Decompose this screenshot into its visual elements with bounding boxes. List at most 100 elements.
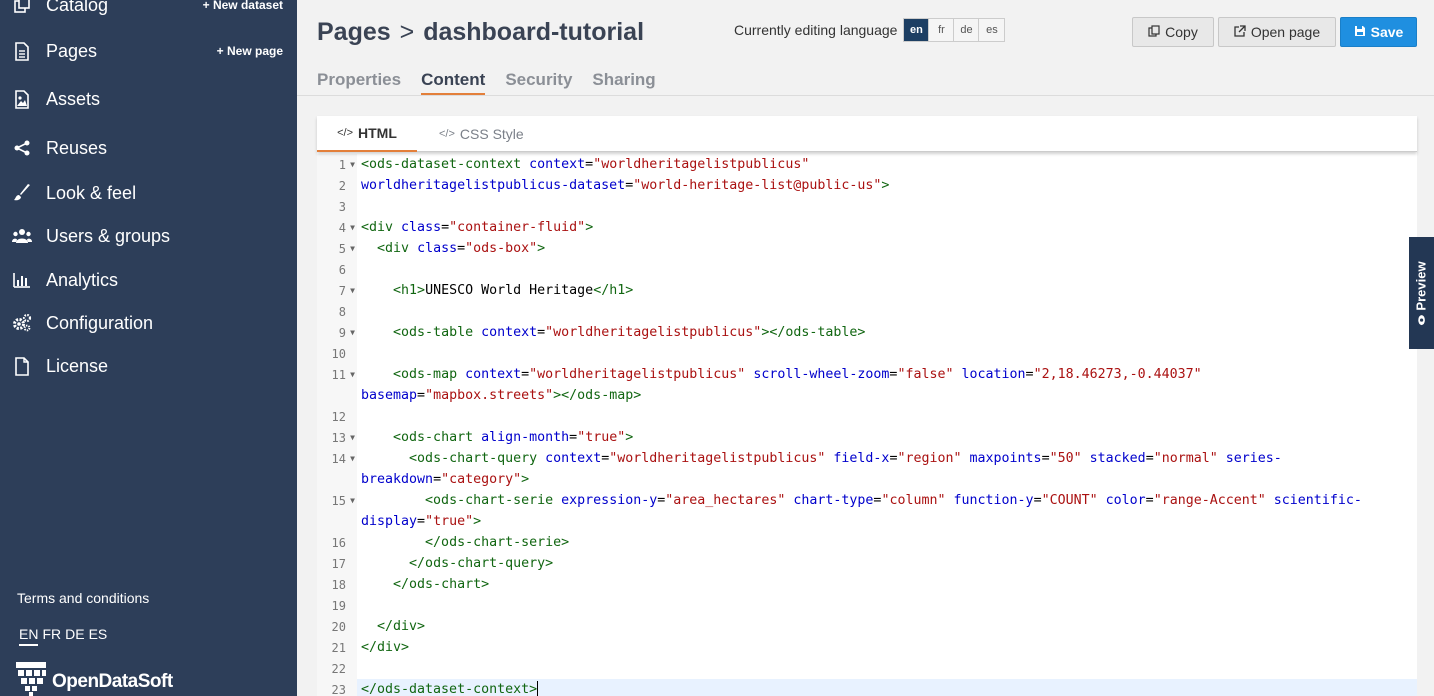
- sidebar-item-analytics[interactable]: Analytics: [0, 260, 297, 300]
- code-line: <div class="container-fluid">: [361, 220, 594, 235]
- terms-link[interactable]: Terms and conditions: [17, 590, 149, 606]
- editor-tabs: </> HTML </> CSS Style: [317, 116, 1417, 152]
- tab-html[interactable]: </> HTML: [317, 116, 417, 152]
- gears-icon: [12, 313, 32, 333]
- copy-button[interactable]: Copy: [1132, 17, 1214, 47]
- new-page-link[interactable]: + New page: [217, 44, 283, 58]
- line-number: 12: [331, 409, 346, 424]
- sidebar-item-license[interactable]: License: [0, 346, 297, 386]
- lang-es[interactable]: ES: [89, 626, 108, 646]
- tab-properties[interactable]: Properties: [317, 70, 401, 95]
- lang-pill-fr[interactable]: fr: [929, 19, 955, 41]
- line-number: 13 ▼: [331, 430, 355, 445]
- sidebar-item-label: Configuration: [46, 312, 154, 333]
- code-line: </div>: [377, 619, 426, 634]
- eye-icon: [1414, 314, 1429, 325]
- sidebar-item-reuses[interactable]: Reuses: [0, 128, 297, 168]
- line-number: 4 ▼: [338, 220, 355, 235]
- tab-content[interactable]: Content: [421, 70, 486, 95]
- save-button[interactable]: Save: [1340, 17, 1417, 47]
- line-number: 18: [331, 577, 346, 592]
- lang-de[interactable]: DE: [65, 626, 84, 646]
- code-line: <ods-chart-query context="worldheritagel…: [409, 451, 1282, 466]
- sidebar: Catalog + New dataset Pages + New page A…: [0, 0, 297, 696]
- sidebar-item-label: Look & feel: [46, 182, 137, 203]
- brand-name: OpenDataSoft: [52, 670, 173, 692]
- line-number: 14 ▼: [331, 451, 355, 466]
- sidebar-item-label: Catalog: [46, 0, 109, 15]
- fold-arrow-icon[interactable]: ▼: [350, 433, 355, 442]
- lang-pill-en[interactable]: en: [904, 19, 930, 41]
- breadcrumb-root[interactable]: Pages: [317, 18, 391, 46]
- fold-arrow-icon[interactable]: ▼: [350, 286, 355, 295]
- file-icon: [12, 356, 32, 376]
- code-line: </ods-chart-serie>: [425, 535, 570, 550]
- line-number: 23: [331, 682, 346, 696]
- fold-arrow-icon[interactable]: ▼: [350, 244, 355, 253]
- fold-arrow-icon[interactable]: ▼: [350, 160, 355, 169]
- bar-chart-icon: [12, 270, 32, 290]
- code-line: <div class="ods-box">: [377, 241, 546, 256]
- tab-security[interactable]: Security: [505, 70, 572, 95]
- line-number: 16: [331, 535, 346, 550]
- open-page-button[interactable]: Open page: [1218, 17, 1336, 47]
- line-number: 19: [331, 598, 346, 613]
- line-number: 11 ▼: [331, 367, 355, 382]
- line-number: 15 ▼: [331, 493, 355, 508]
- external-link-icon: [1234, 24, 1246, 40]
- new-dataset-link[interactable]: + New dataset: [203, 0, 283, 12]
- sidebar-item-users-groups[interactable]: Users & groups: [0, 216, 297, 256]
- line-number: 17: [331, 556, 346, 571]
- breadcrumb-separator: >: [399, 18, 415, 46]
- brand[interactable]: OpenDataSoft: [16, 662, 173, 696]
- code-line: </ods-chart>: [393, 577, 490, 592]
- save-label: Save: [1370, 24, 1404, 40]
- sidebar-item-assets[interactable]: Assets: [0, 79, 297, 119]
- fold-arrow-icon[interactable]: ▼: [350, 328, 355, 337]
- page-title: Pages > dashboard-tutorial: [317, 18, 644, 47]
- fold-arrow-icon[interactable]: ▼: [350, 370, 355, 379]
- sidebar-item-catalog[interactable]: Catalog + New dataset: [0, 0, 297, 25]
- tab-sharing[interactable]: Sharing: [592, 70, 655, 95]
- code-line: display="true">: [361, 514, 482, 529]
- image-icon: [12, 89, 32, 109]
- editing-language-label: Currently editing language: [734, 22, 898, 38]
- line-number: 3: [338, 199, 346, 214]
- fold-arrow-icon[interactable]: ▼: [350, 223, 355, 232]
- sidebar-item-configuration[interactable]: Configuration: [0, 303, 297, 343]
- lang-fr[interactable]: FR: [42, 626, 61, 646]
- code-editor[interactable]: 1 ▼ 2 3 4 ▼ 5 ▼ 6 7 ▼ 8 9 ▼ 10 11 ▼ 12 13 ▼ 14 ▼…: [317, 154, 1417, 696]
- lang-pill-de[interactable]: de: [954, 19, 980, 41]
- sidebar-item-pages[interactable]: Pages + New page: [0, 31, 297, 71]
- lang-en[interactable]: EN: [19, 626, 39, 646]
- editor-panel: </> HTML </> CSS Style 1 ▼ 2 3 4 ▼ 5 ▼ 6 7 ▼…: [317, 116, 1417, 696]
- open-page-label: Open page: [1250, 24, 1321, 40]
- sidebar-item-label: Assets: [46, 88, 101, 109]
- code-line: breakdown="category">: [361, 472, 530, 487]
- line-number: 21: [331, 640, 346, 655]
- line-number: 6: [338, 262, 346, 277]
- code-line: worldheritagelistpublicus-dataset="world…: [361, 178, 890, 193]
- brush-icon: [12, 183, 32, 203]
- code-line: <h1>UNESCO World Heritage</h1>: [393, 283, 634, 298]
- line-number: 8: [338, 304, 346, 319]
- lang-pill-es[interactable]: es: [979, 19, 1005, 41]
- code-line: <ods-map context="worldheritagelistpubli…: [393, 367, 1202, 382]
- code-line: basemap="mapbox.streets"></ods-map>: [361, 388, 642, 403]
- preview-label: Preview: [1414, 260, 1429, 311]
- code-line: </ods-chart-query>: [409, 556, 554, 571]
- sidebar-item-label: Users & groups: [46, 225, 171, 246]
- fold-arrow-icon[interactable]: ▼: [350, 454, 355, 463]
- file-icon: [12, 41, 32, 61]
- line-number: 10: [331, 346, 346, 361]
- fold-arrow-icon[interactable]: ▼: [350, 496, 355, 505]
- sidebar-item-look-and-feel[interactable]: Look & feel: [0, 173, 297, 213]
- line-number: 7 ▼: [338, 283, 355, 298]
- copy-label: Copy: [1165, 24, 1198, 40]
- tab-html-label: HTML: [358, 125, 397, 141]
- copy-icon: [1148, 24, 1160, 40]
- preview-toggle[interactable]: Preview: [1409, 237, 1434, 349]
- code-line: </div>: [361, 640, 410, 655]
- editing-language: Currently editing language en fr de es: [734, 18, 1006, 42]
- tab-css-style[interactable]: </> CSS Style: [439, 116, 524, 152]
